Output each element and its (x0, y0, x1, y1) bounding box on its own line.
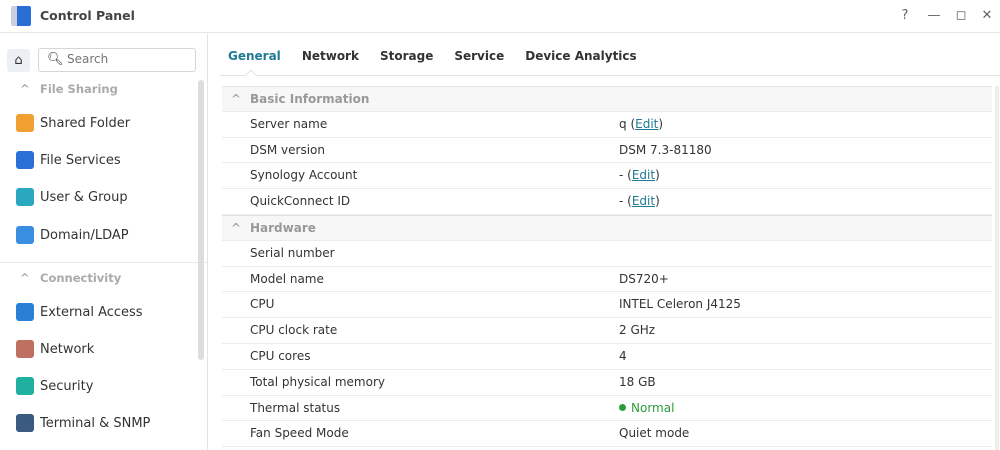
sidebar-item-domain-ldap[interactable]: Domain/LDAP (16, 226, 129, 244)
sidebar-item-terminal-snmp[interactable]: Terminal & SNMP (16, 414, 150, 432)
close-button[interactable]: ✕ (979, 8, 995, 23)
file-services-icon (16, 151, 34, 169)
edit-link[interactable]: Edit (632, 168, 655, 182)
row-label: Thermal status (250, 400, 341, 415)
row-value: Quiet mode (619, 426, 690, 441)
row-label: Server name (250, 116, 328, 131)
home-button[interactable]: ⌂ (7, 49, 30, 72)
table-row: QuickConnect ID - (Edit) (222, 189, 992, 215)
tab-storage[interactable]: Storage (380, 49, 433, 63)
row-value: 4 (619, 348, 627, 363)
shared-folder-icon (16, 114, 34, 132)
status-dot-icon (619, 403, 626, 411)
sidebar-scrollbar[interactable] (198, 80, 204, 360)
sidebar-item-user-group[interactable]: User & Group (16, 188, 128, 206)
search-icon: 🔍︎ (47, 52, 64, 67)
section-header[interactable]: ^ Hardware (222, 214, 992, 241)
sidebar-item-external-access[interactable]: External Access (16, 303, 143, 321)
table-row: Fan Speed Mode Quiet mode (222, 421, 992, 448)
table-row: Thermal status Normal (222, 396, 992, 422)
row-label: Synology Account (250, 168, 358, 183)
external-access-icon (16, 303, 34, 321)
edit-link[interactable]: Edit (632, 194, 655, 208)
row-label: Serial number (250, 245, 335, 260)
control-panel-icon (11, 6, 31, 26)
info-table: ^ Basic Information Server name q (Edit) DSM… (222, 86, 992, 448)
chevron-up-icon: ^ (231, 92, 242, 106)
tab-divider (220, 75, 1000, 76)
table-row: CPU cores 4 (222, 344, 992, 370)
window-title: Control Panel (40, 8, 135, 23)
row-value: q (619, 116, 627, 131)
status-value: Normal (631, 400, 675, 415)
row-label: QuickConnect ID (250, 194, 351, 209)
network-icon (16, 340, 34, 358)
tab-service[interactable]: Service (454, 49, 504, 63)
row-value: 18 GB (619, 374, 656, 389)
tab-general[interactable]: General (228, 49, 281, 63)
chevron-up-icon: ^ (20, 82, 30, 96)
security-icon (16, 377, 34, 395)
table-row: Model name DS720+ (222, 267, 992, 293)
sidebar-item-file-services[interactable]: File Services (16, 151, 121, 169)
search-box[interactable]: 🔍︎ (38, 48, 196, 72)
row-label: CPU clock rate (250, 323, 338, 338)
row-label: CPU (250, 297, 275, 312)
section-connectivity[interactable]: ^ Connectivity (20, 271, 121, 285)
tab-device-analytics[interactable]: Device Analytics (525, 49, 636, 63)
terminal-snmp-icon (16, 414, 34, 432)
row-value: INTEL Celeron J4125 (619, 297, 741, 312)
row-label: Fan Speed Mode (250, 426, 349, 441)
search-input[interactable] (67, 52, 187, 66)
row-value: - (619, 194, 624, 209)
tab-network[interactable]: Network (302, 49, 359, 63)
chevron-up-icon: ^ (231, 220, 242, 235)
user-group-icon (16, 188, 34, 206)
table-row: Synology Account - (Edit) (222, 163, 992, 190)
table-row: CPU clock rate 2 GHz (222, 318, 992, 344)
chevron-up-icon: ^ (20, 271, 30, 285)
title-bar: Control Panel ? — ◻ ✕ (0, 0, 1000, 33)
content-scrollbar[interactable] (995, 86, 999, 450)
sidebar-item-network[interactable]: Network (16, 340, 94, 358)
sidebar-item-security[interactable]: Security (16, 377, 93, 395)
table-row: Server name q (Edit) (222, 112, 992, 138)
row-value: 2 GHz (619, 323, 656, 338)
section-file-sharing[interactable]: ^ File Sharing (20, 82, 118, 96)
row-value: - (619, 168, 624, 183)
help-button[interactable]: ? (897, 8, 913, 23)
row-value: DSM 7.3-81180 (619, 142, 712, 157)
table-row: CPU INTEL Celeron J4125 (222, 292, 992, 319)
table-row: Total physical memory 18 GB (222, 370, 992, 396)
home-icon: ⌂ (14, 53, 23, 68)
maximize-button[interactable]: ◻ (953, 8, 969, 23)
edit-link[interactable]: Edit (635, 117, 658, 131)
domain-ldap-icon (16, 226, 34, 244)
row-label: Model name (250, 271, 324, 286)
row-value: DS720+ (619, 271, 669, 286)
section-divider (0, 262, 207, 263)
minimize-button[interactable]: — (926, 8, 942, 23)
table-row: Serial number (222, 241, 992, 267)
active-tab-indicator (245, 69, 257, 81)
sidebar: ⌂ 🔍︎ ^File Sharing Shared Folder File Serv… (0, 34, 208, 450)
section-header[interactable]: ^ Basic Information (222, 86, 992, 112)
row-label: Total physical memory (250, 374, 385, 389)
row-label: DSM version (250, 142, 325, 157)
sidebar-item-shared-folder[interactable]: Shared Folder (16, 114, 130, 132)
table-row: DSM version DSM 7.3-81180 (222, 138, 992, 164)
tab-bar: General Network Storage Service Device Analy… (228, 49, 637, 63)
row-label: CPU cores (250, 348, 311, 363)
